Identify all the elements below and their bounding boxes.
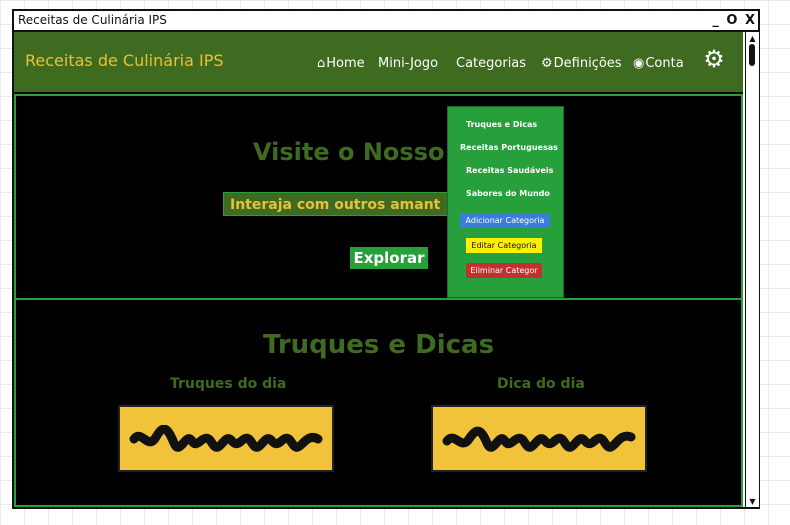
gear-icon: ⚙ bbox=[541, 56, 553, 71]
tips-section: Truques e Dicas Truques do dia Dica do d… bbox=[14, 298, 743, 507]
scribble-placeholder bbox=[442, 426, 636, 452]
nav-categorias[interactable]: Categorias bbox=[456, 56, 526, 71]
title-bar: Receitas de Culinária IPS _ O X bbox=[14, 11, 758, 32]
nav-definicoes[interactable]: ⚙Definições bbox=[541, 56, 622, 71]
scroll-down-icon[interactable]: ▼ bbox=[746, 497, 759, 507]
home-icon: ⌂ bbox=[317, 56, 326, 71]
dropdown-item-portuguesas[interactable]: Receitas Portuguesas bbox=[460, 143, 558, 152]
window-title: Receitas de Culinária IPS bbox=[18, 13, 167, 27]
nav-conta-label: Conta bbox=[645, 56, 684, 71]
nav-categorias-label: Categorias bbox=[456, 56, 527, 71]
dropdown-item-sabores[interactable]: Sabores do Mundo bbox=[466, 189, 550, 198]
dropdown-item-saudaveis[interactable]: Receitas Saudáveis bbox=[466, 166, 553, 175]
settings-gear-icon[interactable]: ⚙ bbox=[702, 47, 726, 71]
scroll-up-icon[interactable]: ▲ bbox=[746, 34, 759, 44]
nav-home[interactable]: ⌂Home bbox=[317, 56, 365, 71]
minimize-button[interactable]: _ bbox=[712, 11, 720, 30]
app-window: Receitas de Culinária IPS _ O X Receitas… bbox=[12, 9, 760, 509]
categories-dropdown: Truques e Dicas Receitas Portuguesas Rec… bbox=[447, 106, 564, 298]
tip-of-day-label: Dica do dia bbox=[497, 376, 585, 392]
nav-conta[interactable]: ◉Conta bbox=[633, 56, 684, 71]
add-category-button[interactable]: Adicionar Categoria bbox=[460, 213, 550, 228]
vertical-scrollbar[interactable]: ▲ ▼ bbox=[745, 32, 759, 507]
window-controls: _ O X bbox=[711, 11, 756, 30]
edit-category-button[interactable]: Editar Categoria bbox=[466, 238, 542, 253]
explore-button[interactable]: Explorar bbox=[350, 247, 428, 269]
navbar: Receitas de Culinária IPS ⌂Home Mini-Jog… bbox=[14, 32, 743, 92]
hero-title: Visite o Nosso bbox=[253, 138, 445, 166]
tricks-of-day-card[interactable] bbox=[118, 405, 334, 472]
scroll-thumb[interactable] bbox=[749, 44, 755, 66]
nav-mini-jogo[interactable]: Mini-Jogo bbox=[378, 56, 438, 71]
delete-category-button[interactable]: Eliminar Categor bbox=[466, 263, 542, 278]
brand-logo-text[interactable]: Receitas de Culinária IPS bbox=[25, 51, 224, 70]
tip-of-day-card[interactable] bbox=[431, 405, 647, 472]
scribble-placeholder bbox=[129, 425, 323, 452]
page-content: Receitas de Culinária IPS ⌂Home Mini-Jog… bbox=[14, 32, 743, 507]
maximize-button[interactable]: O bbox=[726, 11, 738, 30]
tips-title: Truques e Dicas bbox=[262, 330, 495, 360]
hero-section: Visite o Nosso Interaja com outros amant… bbox=[14, 94, 743, 300]
close-button[interactable]: X bbox=[745, 11, 756, 30]
user-icon: ◉ bbox=[633, 56, 645, 71]
nav-mini-jogo-label: Mini-Jogo bbox=[378, 56, 439, 71]
nav-definicoes-label: Definições bbox=[553, 56, 622, 71]
tricks-of-day-label: Truques do dia bbox=[170, 376, 287, 392]
nav-home-label: Home bbox=[326, 56, 365, 71]
dropdown-item-truques[interactable]: Truques e Dicas bbox=[466, 120, 537, 129]
